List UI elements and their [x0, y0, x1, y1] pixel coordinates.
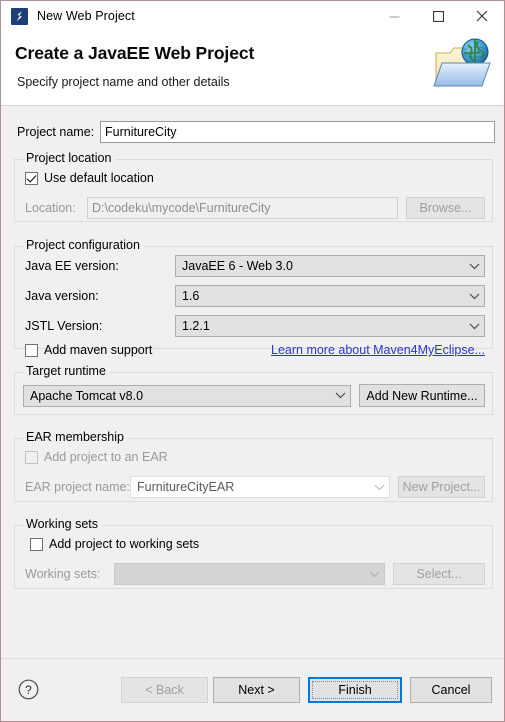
working-sets-content: Add project to working sets Working sets…	[14, 525, 493, 589]
add-maven-support-label: Add maven support	[44, 343, 153, 357]
jstl-version-row: JSTL Version: 1.2.1	[25, 315, 485, 337]
chevron-down-icon	[464, 293, 484, 300]
target-runtime-row: Apache Tomcat v8.0 Add New Runtime...	[23, 384, 485, 407]
window-controls	[372, 1, 504, 31]
project-location-content: Use default location Location: D:\codeku…	[14, 159, 493, 222]
browse-button: Browse...	[406, 197, 485, 219]
help-button[interactable]: ?	[18, 679, 39, 700]
jstl-version-value: 1.2.1	[182, 319, 210, 333]
jstl-version-combo[interactable]: 1.2.1	[175, 315, 485, 337]
maximize-icon	[432, 10, 444, 22]
project-name-label: Project name:	[17, 125, 95, 139]
new-web-project-dialog: New Web Project Create a JavaEE Web Proj…	[0, 0, 505, 722]
java-version-combo[interactable]: 1.6	[175, 285, 485, 307]
chevron-down-icon	[330, 392, 350, 399]
help-glyph: ?	[25, 683, 32, 697]
working-sets-combo	[114, 563, 385, 585]
location-input: D:\codeku\mycode\FurnitureCity	[87, 197, 398, 219]
ear-project-name-row: EAR project name: FurnitureCityEAR New P…	[25, 476, 485, 498]
ear-membership-content: Add project to an EAR EAR project name: …	[14, 438, 493, 502]
working-sets-label: Working sets:	[25, 567, 101, 581]
add-project-to-ear-label: Add project to an EAR	[44, 450, 168, 464]
minimize-button[interactable]	[372, 1, 416, 31]
ear-project-name-combo: FurnitureCityEAR	[130, 476, 390, 498]
web-project-folder-globe-icon	[428, 35, 496, 99]
working-sets-group: Working sets Add project to working sets…	[14, 517, 493, 589]
close-icon	[476, 10, 488, 22]
javaee-version-combo[interactable]: JavaEE 6 - Web 3.0	[175, 255, 485, 277]
next-button[interactable]: Next >	[213, 677, 300, 703]
close-button[interactable]	[460, 1, 504, 31]
cancel-button[interactable]: Cancel	[410, 677, 492, 703]
title-bar: New Web Project	[1, 1, 504, 31]
project-location-group-label: Project location	[23, 151, 116, 165]
add-project-to-ear-checkbox-row: Add project to an EAR	[25, 450, 168, 464]
use-default-location-checkbox-row[interactable]: Use default location	[25, 171, 154, 185]
wizard-header-banner: Create a JavaEE Web Project Specify proj…	[1, 31, 504, 106]
ear-membership-group: EAR membership Add project to an EAR EAR…	[14, 430, 493, 502]
add-maven-support-checkbox-row[interactable]: Add maven support	[25, 343, 152, 357]
java-version-row: Java version: 1.6	[25, 285, 485, 307]
chevron-down-icon	[464, 323, 484, 330]
page-title: Create a JavaEE Web Project	[15, 43, 255, 63]
location-row: Location: D:\codeku\mycode\FurnitureCity…	[25, 197, 485, 219]
working-sets-row: Working sets: Select...	[25, 563, 485, 585]
maven4myeclipse-link[interactable]: Learn more about Maven4MyEclipse...	[271, 343, 485, 357]
project-configuration-group-label: Project configuration	[23, 238, 144, 252]
project-location-group: Project location Use default location Lo…	[14, 151, 493, 222]
finish-button-label: Finish	[338, 683, 372, 697]
javaee-version-value: JavaEE 6 - Web 3.0	[182, 259, 293, 273]
java-version-label: Java version:	[25, 289, 99, 303]
project-name-input[interactable]: FurnitureCity	[100, 121, 495, 143]
add-maven-support-checkbox[interactable]	[25, 343, 38, 357]
ear-project-name-value: FurnitureCityEAR	[137, 480, 235, 494]
target-runtime-group: Target runtime Apache Tomcat v8.0 Add Ne…	[14, 364, 493, 415]
project-name-row: Project name: FurnitureCity	[17, 121, 495, 143]
javaee-version-label: Java EE version:	[25, 259, 119, 273]
minimize-icon	[389, 16, 399, 17]
target-runtime-value: Apache Tomcat v8.0	[30, 388, 144, 403]
new-ear-project-button: New Project...	[398, 476, 485, 498]
add-project-to-working-sets-label: Add project to working sets	[49, 537, 200, 551]
myeclipse-logo-icon	[11, 7, 28, 25]
finish-button[interactable]: Finish	[308, 677, 402, 703]
use-default-location-checkbox[interactable]	[25, 171, 38, 185]
jstl-version-label: JSTL Version:	[25, 319, 103, 333]
add-new-runtime-button[interactable]: Add New Runtime...	[359, 384, 485, 407]
working-sets-group-label: Working sets	[23, 517, 103, 531]
target-runtime-combo[interactable]: Apache Tomcat v8.0	[23, 384, 351, 407]
dialog-button-bar: ? < Back Next > Finish Cancel	[1, 658, 504, 721]
window-title: New Web Project	[37, 9, 135, 23]
project-configuration-group: Project configuration Java EE version: J…	[14, 238, 493, 357]
maximize-button[interactable]	[416, 1, 460, 31]
chevron-down-icon	[364, 571, 384, 578]
target-runtime-content: Apache Tomcat v8.0 Add New Runtime...	[14, 372, 493, 415]
dialog-body: Project name: FurnitureCity Project loca…	[1, 106, 504, 658]
use-default-location-label: Use default location	[44, 171, 154, 185]
select-working-sets-button: Select...	[393, 563, 485, 585]
ear-membership-group-label: EAR membership	[23, 430, 128, 444]
add-project-to-working-sets-checkbox-row[interactable]: Add project to working sets	[30, 537, 199, 551]
add-project-to-working-sets-checkbox[interactable]	[30, 537, 43, 551]
project-configuration-content: Java EE version: JavaEE 6 - Web 3.0 Java…	[14, 246, 493, 357]
location-label: Location:	[25, 201, 76, 215]
java-version-value: 1.6	[182, 289, 200, 303]
target-runtime-group-label: Target runtime	[23, 364, 110, 378]
chevron-down-icon	[369, 484, 389, 491]
back-button: < Back	[121, 677, 208, 703]
ear-project-name-label: EAR project name:	[25, 480, 130, 494]
add-project-to-ear-checkbox	[25, 450, 38, 464]
page-subtitle: Specify project name and other details	[17, 75, 230, 89]
javaee-version-row: Java EE version: JavaEE 6 - Web 3.0	[25, 255, 485, 277]
chevron-down-icon	[464, 263, 484, 270]
